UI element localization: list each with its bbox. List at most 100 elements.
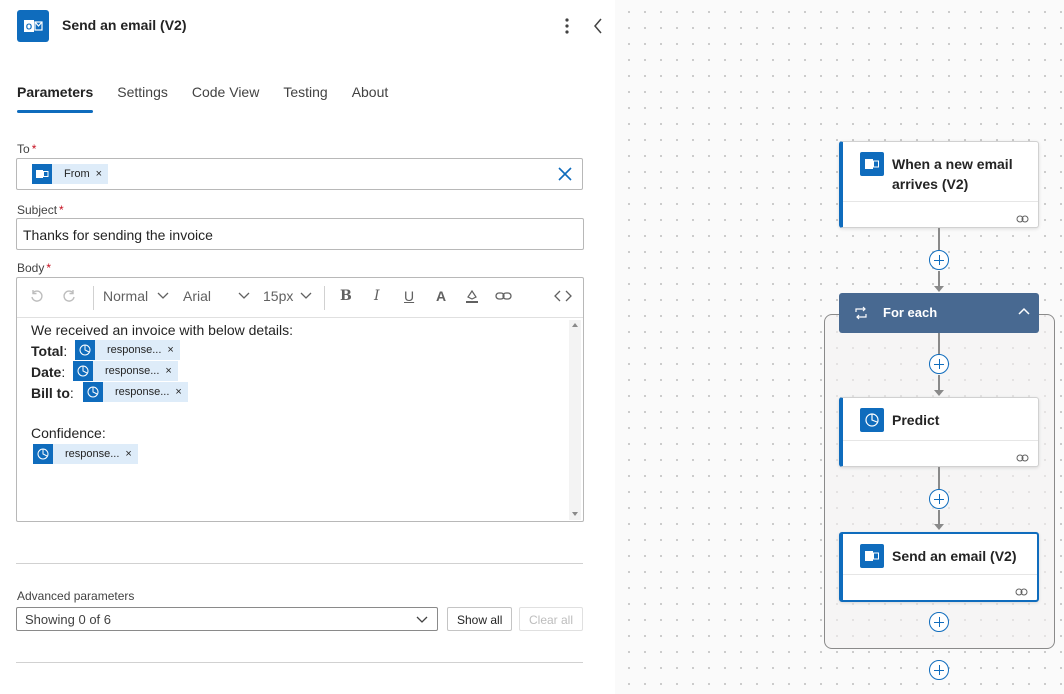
connector (938, 375, 940, 391)
chevron-up-icon[interactable] (1017, 305, 1031, 320)
chevron-down-icon (416, 616, 428, 623)
predict-card[interactable]: Predict (839, 397, 1039, 467)
response-token[interactable]: response... × (73, 361, 178, 381)
tab-list: Parameters Settings Code View Testing Ab… (17, 84, 412, 114)
toolbar-divider (324, 286, 325, 310)
font-color-icon[interactable]: A (436, 288, 446, 304)
add-step-button[interactable] (929, 660, 949, 680)
arrow-icon (934, 286, 944, 292)
send-email-card[interactable]: Send an email (V2) (839, 532, 1039, 602)
remove-token-icon[interactable]: × (167, 340, 179, 361)
link-icon (1016, 450, 1030, 462)
to-label: To * (17, 142, 37, 156)
tab-code-view[interactable]: Code View (192, 84, 259, 114)
show-all-button[interactable]: Show all (447, 607, 513, 631)
to-field[interactable]: From × (16, 158, 583, 190)
font-dropdown[interactable]: Arial (183, 288, 251, 304)
underline-icon[interactable]: U (404, 288, 414, 304)
clear-icon[interactable] (556, 165, 574, 183)
svg-text:O: O (26, 23, 32, 32)
remove-token-icon[interactable]: × (165, 361, 177, 382)
body-intro: We received an invoice with below detail… (31, 322, 293, 338)
ai-builder-icon (33, 444, 53, 464)
token-label: response... (115, 385, 170, 398)
ai-builder-icon (73, 361, 93, 381)
connector (938, 333, 940, 355)
font-size-dropdown[interactable]: 15px (263, 288, 313, 304)
bold-icon[interactable]: B (340, 288, 352, 304)
remove-token-icon[interactable]: × (175, 382, 187, 403)
response-token[interactable]: response... × (75, 340, 180, 360)
token-label: response... (107, 343, 162, 356)
details-panel: O Send an email (V2) Parameters Settings… (0, 0, 615, 694)
token-label: From (64, 168, 90, 180)
body-row-date: Date: (31, 364, 66, 380)
tab-settings[interactable]: Settings (117, 84, 168, 114)
connector (938, 228, 940, 250)
tab-testing[interactable]: Testing (283, 84, 327, 114)
advanced-parameters-label: Advanced parameters (17, 589, 135, 603)
body-label: Body * (17, 261, 52, 275)
add-step-button[interactable] (929, 612, 949, 632)
connector (938, 271, 940, 287)
trigger-card[interactable]: When a new email arrives (V2) (839, 141, 1039, 228)
more-options-icon[interactable] (559, 14, 575, 38)
section-divider (16, 563, 583, 564)
response-token[interactable]: response... × (33, 444, 138, 464)
add-step-button[interactable] (929, 354, 949, 374)
outlook-icon: O (17, 10, 49, 42)
subject-input[interactable]: Thanks for sending the invoice (16, 218, 584, 250)
ai-builder-icon (83, 382, 103, 402)
loop-icon (854, 306, 868, 323)
token-label: response... (105, 364, 160, 377)
scrollbar[interactable] (569, 320, 581, 520)
body-editor[interactable]: Normal Arial 15px B I U A We received an… (16, 277, 584, 522)
card-title: Predict (892, 412, 940, 428)
chevron-down-icon (238, 292, 250, 299)
card-title: Send an email (V2) (892, 548, 1017, 564)
ai-builder-icon (75, 340, 95, 360)
link-icon[interactable] (495, 288, 513, 307)
link-icon (1015, 584, 1029, 596)
body-row-total: Total: (31, 343, 68, 359)
card-footer (843, 201, 1038, 227)
body-row-bill-to: Bill to: (31, 385, 74, 401)
section-divider (16, 662, 583, 663)
redo-icon[interactable] (61, 288, 77, 307)
ai-builder-icon (860, 408, 884, 432)
for-each-header[interactable]: For each (839, 293, 1039, 333)
chevron-down-icon (300, 292, 312, 299)
highlight-icon[interactable] (464, 288, 480, 307)
outlook-icon (860, 152, 884, 176)
tab-about[interactable]: About (352, 84, 389, 114)
link-icon (1016, 211, 1030, 223)
clear-all-button[interactable]: Clear all (519, 607, 584, 631)
outlook-icon (860, 544, 884, 568)
format-dropdown[interactable]: Normal (103, 288, 170, 304)
remove-token-icon[interactable]: × (96, 168, 108, 180)
italic-icon[interactable]: I (374, 288, 380, 304)
panel-title: Send an email (V2) (62, 17, 187, 33)
arrow-icon (934, 524, 944, 530)
code-view-icon[interactable] (554, 288, 572, 307)
token-label: response... (65, 447, 120, 460)
card-footer (843, 440, 1038, 466)
chevron-down-icon (157, 292, 169, 299)
add-step-button[interactable] (929, 489, 949, 509)
rich-text-toolbar: Normal Arial 15px B I U A (17, 278, 583, 318)
advanced-parameters-select[interactable]: Showing 0 of 6 (16, 607, 438, 631)
add-step-button[interactable] (929, 250, 949, 270)
response-token[interactable]: response... × (83, 382, 188, 402)
toolbar-divider (93, 286, 94, 310)
connector (938, 467, 940, 489)
collapse-panel-icon[interactable] (590, 14, 606, 38)
tab-parameters[interactable]: Parameters (17, 84, 94, 114)
subject-label: Subject * (17, 203, 64, 217)
remove-token-icon[interactable]: × (125, 444, 137, 465)
outlook-icon (32, 164, 52, 184)
from-token[interactable]: From × (32, 164, 109, 184)
confidence-label: Confidence: (31, 425, 106, 441)
undo-icon[interactable] (29, 288, 45, 307)
card-footer (843, 574, 1037, 600)
for-each-title: For each (883, 305, 938, 320)
